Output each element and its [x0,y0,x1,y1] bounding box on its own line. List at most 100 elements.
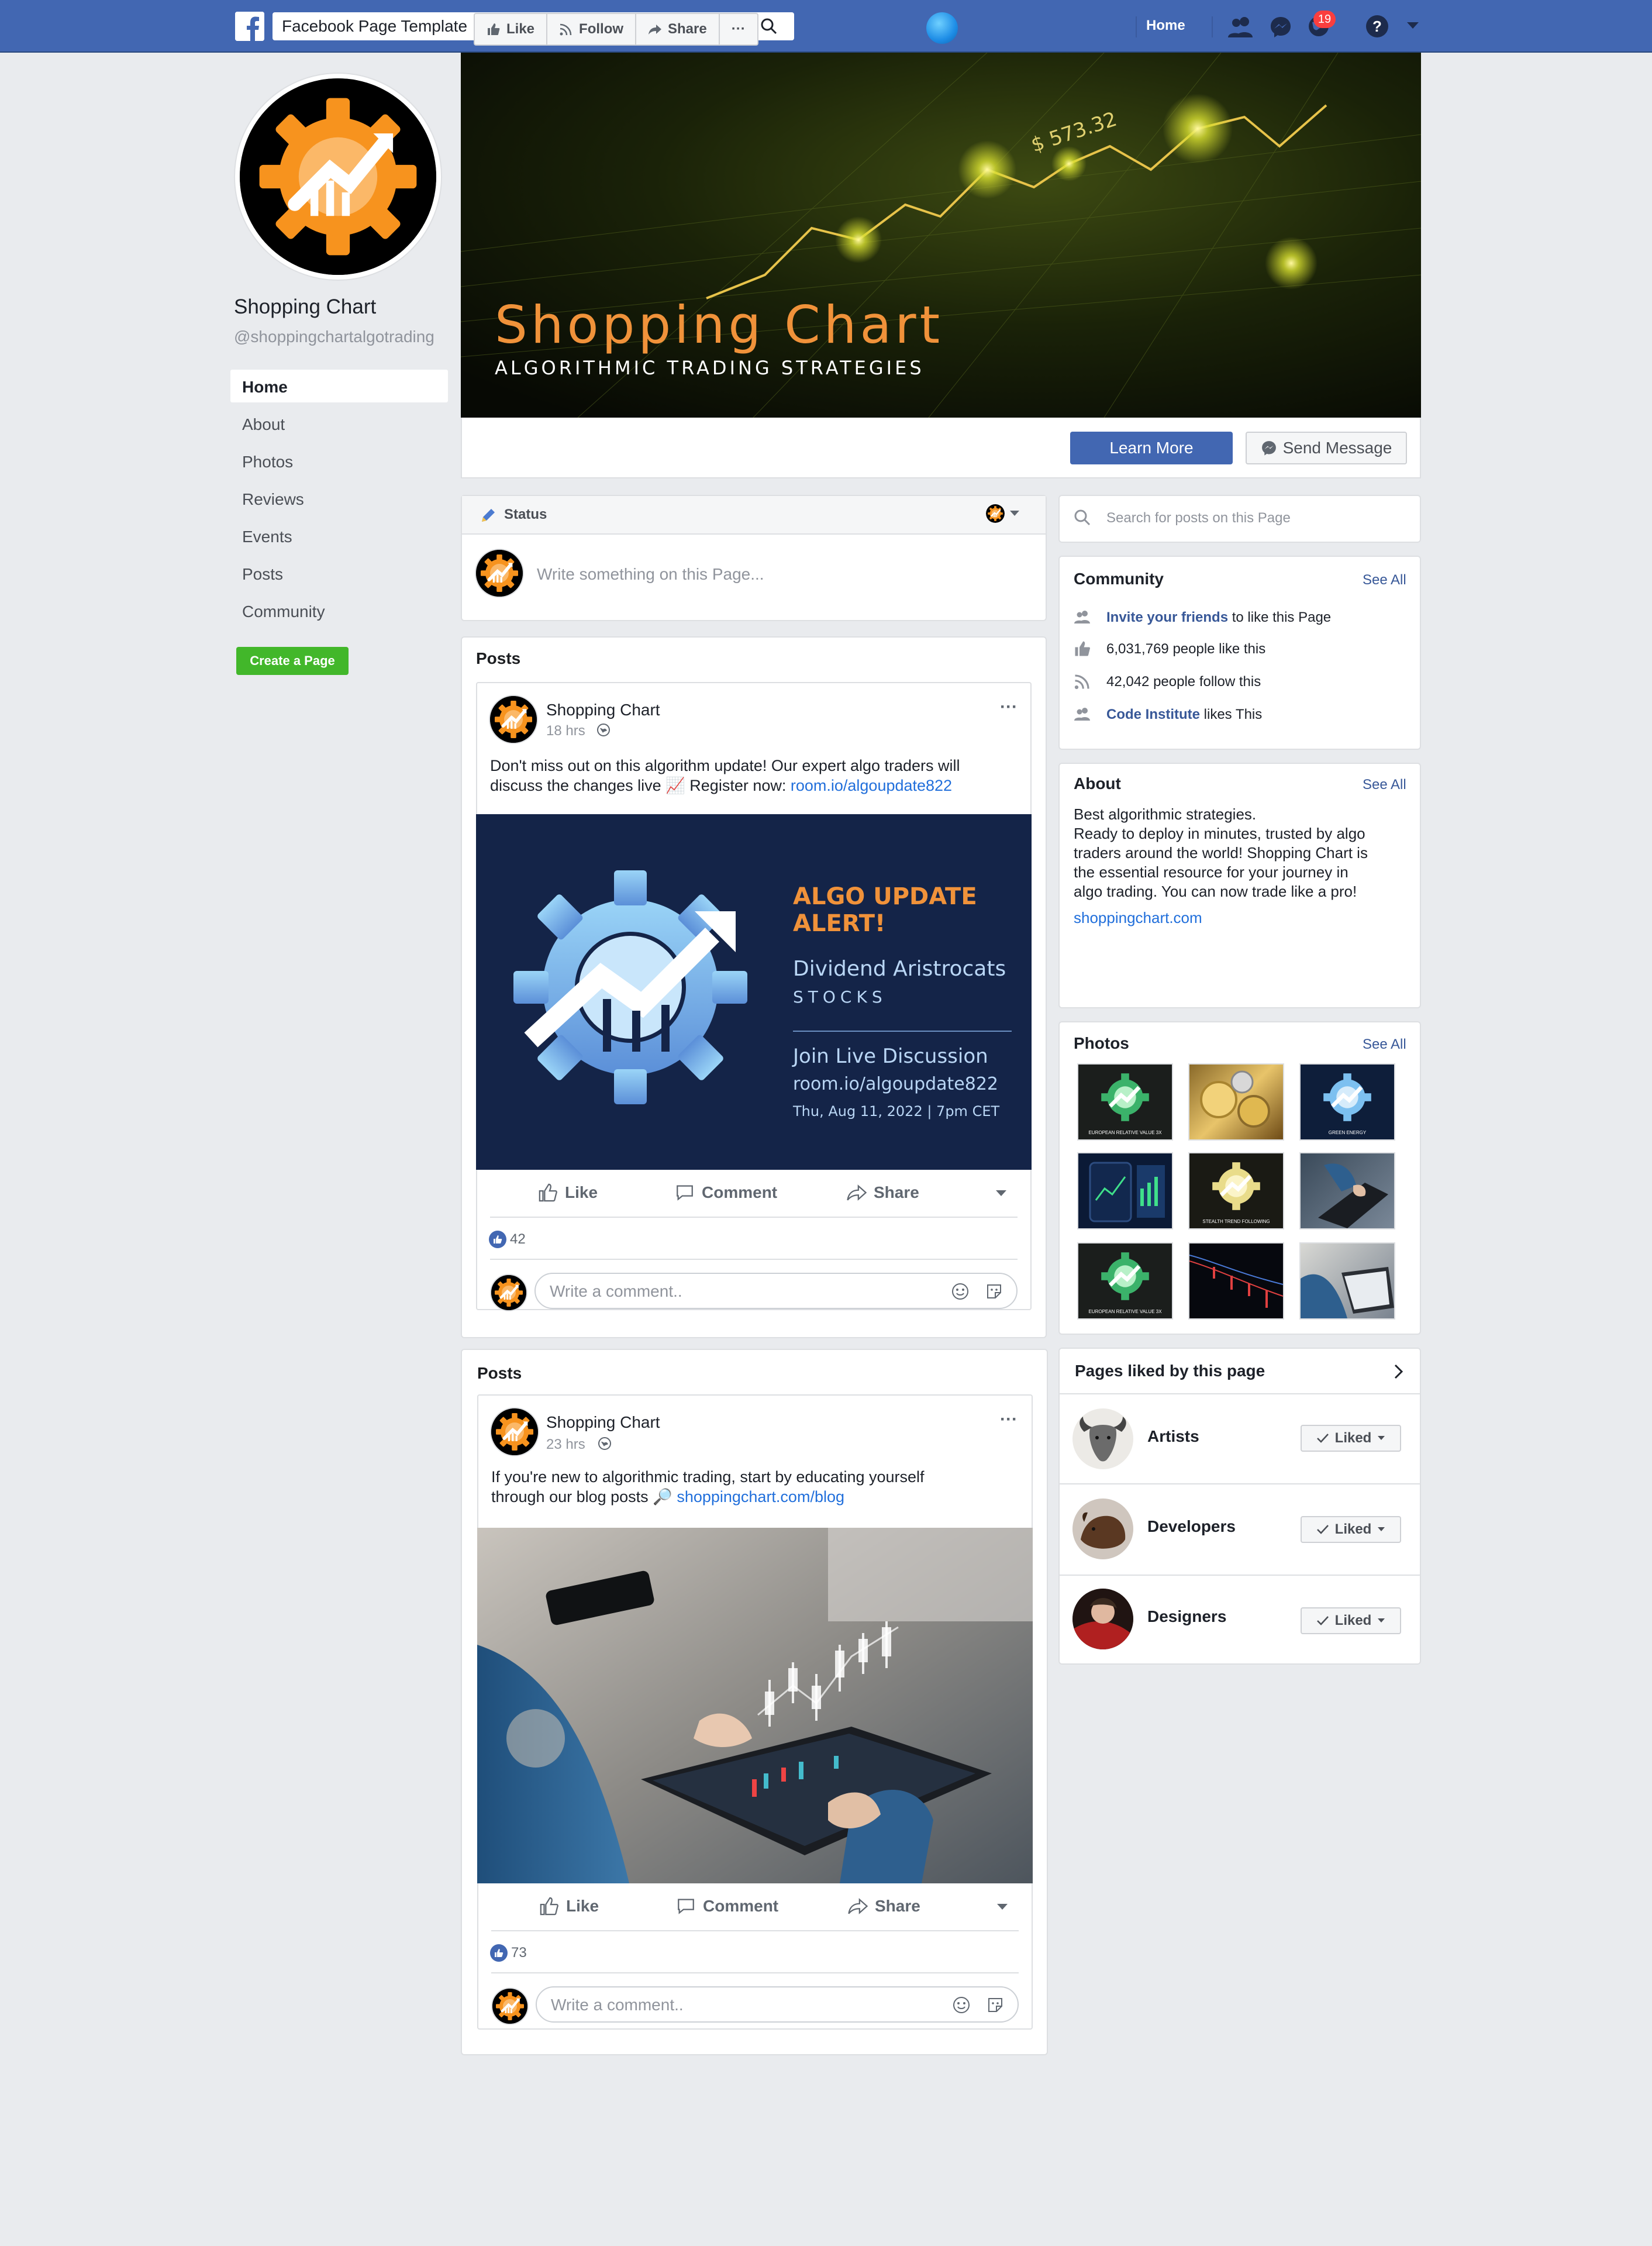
rss-follow-icon [560,23,572,36]
comment-input[interactable]: Write a comment.. [536,1986,1019,2023]
liked-page-name[interactable]: Designers [1147,1607,1226,1626]
follow-page-button[interactable]: Follow [547,14,637,44]
photo-thumbnail[interactable] [1299,1152,1395,1229]
post-share-button[interactable]: Share [848,1896,920,1916]
left-nav-reviews[interactable]: Reviews [230,482,448,515]
artists-avatar[interactable] [1072,1408,1133,1469]
photo-thumbnail[interactable]: EUROPEAN RELATIVE VALUE 3X [1077,1063,1173,1141]
send-message-button[interactable]: Send Message [1246,432,1407,464]
alert-divider [793,1031,1012,1032]
topbar-divider [1136,16,1137,37]
post-as-avatar[interactable] [986,504,1005,523]
composer-input[interactable]: Write something on this Page... [537,565,764,584]
emoji-icon[interactable] [952,1996,971,2014]
chevron-down-icon [1378,1618,1385,1623]
emoji-icon[interactable] [951,1282,970,1301]
post-options-icon[interactable]: ··· [1000,1410,1018,1429]
create-page-button[interactable]: Create a Page [236,647,349,675]
developers-avatar[interactable] [1072,1499,1133,1559]
thumbs-up-icon [1074,640,1091,657]
designers-avatar[interactable] [1072,1589,1133,1649]
post-share-button[interactable]: Share [847,1183,919,1203]
share-page-button[interactable]: Share [636,14,720,44]
post-options-icon[interactable]: ··· [1000,697,1018,717]
post-comment-button[interactable]: Comment [676,1896,778,1916]
post-comment-button[interactable]: Comment [675,1183,777,1203]
page-profile-picture[interactable] [234,73,442,281]
post-timestamp[interactable]: 23 hrs [546,1437,585,1453]
status-tab[interactable]: Status [504,507,547,523]
page-name[interactable]: Shopping Chart [234,295,376,319]
photos-see-all-link[interactable]: See All [1363,1036,1406,1053]
account-menu-dropdown-icon[interactable] [1406,21,1420,30]
photo-thumbnail[interactable] [1188,1242,1284,1320]
learn-more-button[interactable]: Learn More [1070,432,1233,464]
post-like-button[interactable]: Like [538,1183,598,1203]
facebook-logo-icon[interactable] [235,12,264,41]
post-author-avatar[interactable] [490,1407,539,1456]
share-arrow-icon [649,25,662,35]
left-nav-community[interactable]: Community [230,594,448,627]
photo-thumbnail[interactable] [1188,1063,1284,1141]
post-link[interactable]: shoppingchart.com/blog [677,1488,844,1506]
post-link[interactable]: room.io/algoupdate822 [791,777,952,794]
post-author-name[interactable]: Shopping Chart [546,1413,660,1432]
liked-page-name[interactable]: Developers [1147,1517,1236,1536]
pages-liked-divider [1060,1393,1420,1394]
community-title: Community [1074,570,1164,588]
liked-button[interactable]: Liked [1301,1425,1401,1452]
post-share-dropdown-icon[interactable] [995,1190,1007,1197]
globe-privacy-icon [596,723,611,737]
about-website-link[interactable]: shoppingchart.com [1074,909,1202,927]
friend-requests-icon[interactable] [1227,15,1255,39]
post-text: Don't miss out on this algorithm update!… [490,757,960,794]
sticker-icon[interactable] [986,1996,1005,2014]
alert-date: Thu, Aug 11, 2022 | 7pm CET [793,1103,1000,1119]
page-post-search-input[interactable]: Search for posts on this Page [1106,510,1291,526]
left-nav-home[interactable]: Home [230,370,448,402]
about-see-all-link[interactable]: See All [1363,777,1406,793]
liked-page-name[interactable]: Artists [1147,1427,1199,1446]
liked-button[interactable]: Liked [1301,1607,1401,1634]
post-likes-summary[interactable]: 73 [490,1944,527,1962]
post-share-dropdown-icon[interactable] [996,1903,1008,1910]
community-see-all-link[interactable]: See All [1363,572,1406,588]
code-institute-link[interactable]: Code Institute [1106,707,1200,722]
post-image-tablet-trading[interactable] [477,1528,1033,1883]
post-divider [490,1259,1018,1260]
photo-thumbnail[interactable]: GREEN ENERGY [1299,1063,1395,1141]
invite-friends-link[interactable]: Invite your friends [1106,609,1228,625]
pages-liked-divider [1060,1483,1420,1484]
friends-icon [1074,705,1091,723]
help-icon[interactable]: ? [1365,14,1389,39]
alert-headline: ALGO UPDATE ALERT! [793,883,977,937]
left-nav-events[interactable]: Events [230,519,448,552]
left-nav-posts[interactable]: Posts [230,557,448,590]
more-options-button[interactable]: ··· [720,14,757,44]
comment-input[interactable]: Write a comment.. [534,1273,1018,1309]
search-icon[interactable] [760,18,778,35]
post-as-dropdown-icon[interactable] [1009,510,1020,517]
photo-thumbnail[interactable] [1299,1242,1395,1320]
sticker-icon[interactable] [985,1282,1003,1301]
thumbs-up-icon [540,1897,558,1916]
topbar-home-link[interactable]: Home [1146,18,1185,34]
post-like-button[interactable]: Like [539,1896,599,1916]
photo-thumbnail[interactable]: EUROPEAN RELATIVE VALUE 3X [1077,1242,1173,1320]
liked-button[interactable]: Liked [1301,1516,1401,1543]
left-nav-about[interactable]: About [230,407,448,440]
photo-thumbnail[interactable]: STEALTH TREND FOLLOWING [1188,1152,1284,1229]
like-page-button[interactable]: Like [475,14,548,44]
post-timestamp[interactable]: 18 hrs [546,723,585,739]
post-author-name[interactable]: Shopping Chart [546,701,660,719]
post-author-avatar[interactable] [489,695,538,744]
photo-thumbnail[interactable] [1077,1152,1173,1229]
post-divider [490,1217,1018,1218]
page-handle[interactable]: @shoppingchartalgotrading [234,328,434,346]
post-likes-summary[interactable]: 42 [489,1231,526,1248]
left-nav-photos[interactable]: Photos [230,445,448,477]
posts-section-title: Posts [476,649,521,667]
chevron-right-icon[interactable] [1393,1363,1405,1380]
messenger-icon[interactable] [1269,15,1292,39]
post-image-algo-alert[interactable]: ALGO UPDATE ALERT! Dividend Aristrocats S… [476,814,1032,1170]
